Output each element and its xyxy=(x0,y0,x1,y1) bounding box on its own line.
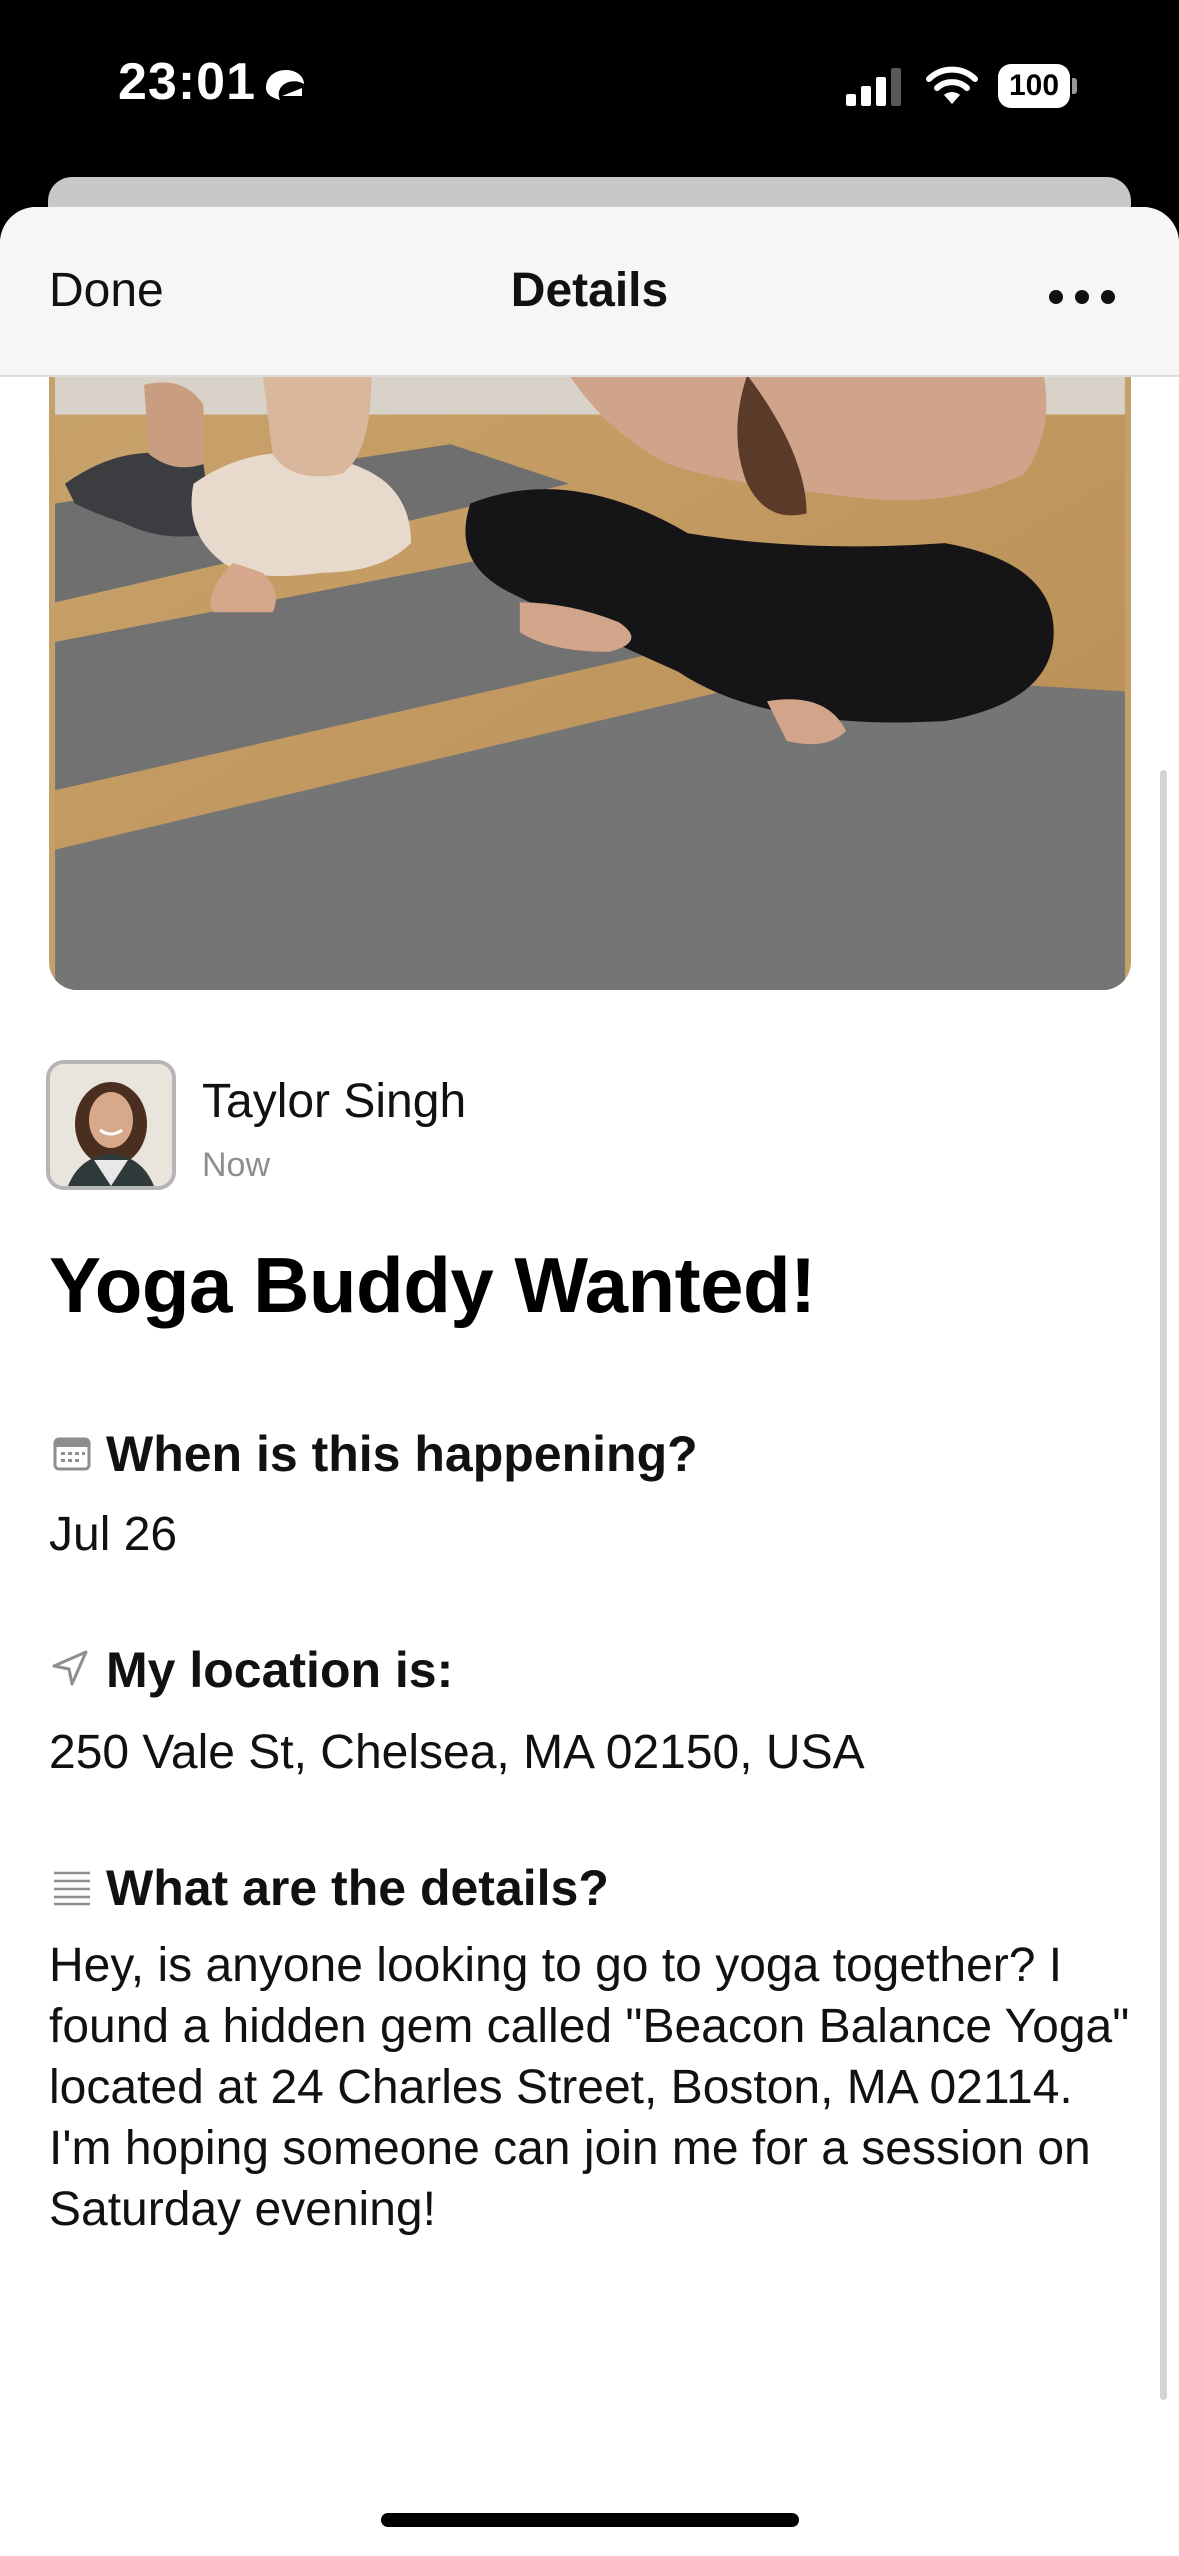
section-value-location: 250 Vale St, Chelsea, MA 02150, USA xyxy=(49,1726,865,1779)
calendar-icon xyxy=(53,1437,91,1471)
details-sheet: Done Details Taylor Singh Now Yoga Buddy… xyxy=(0,207,1179,2556)
photo-illustration xyxy=(55,375,1125,990)
focus-sleep-icon xyxy=(266,70,304,100)
text-lines-icon xyxy=(54,1871,90,1906)
location-arrow-icon xyxy=(52,1650,88,1686)
status-time: 23:01 xyxy=(118,53,256,111)
cellular-signal-icon xyxy=(846,68,901,106)
section-value-date: Jul 26 xyxy=(49,1508,178,1561)
avatar-portrait xyxy=(50,1064,172,1186)
post-title: Yoga Buddy Wanted! xyxy=(49,1241,816,1329)
home-indicator[interactable] xyxy=(381,2513,799,2527)
section-heading-details: What are the details? xyxy=(106,1860,609,1916)
yoga-class-photo xyxy=(49,375,1131,990)
wifi-icon xyxy=(926,66,978,104)
battery-nub xyxy=(1072,78,1077,94)
author-name: Taylor Singh xyxy=(202,1075,467,1128)
section-value-details: Hey, is anyone looking to go to yoga tog… xyxy=(49,1939,1130,2236)
post-timestamp: Now xyxy=(202,1146,271,1184)
section-heading-location: My location is: xyxy=(106,1642,454,1698)
avatar[interactable] xyxy=(46,1060,176,1190)
section-heading-date: When is this happening? xyxy=(106,1426,698,1482)
battery-level: 100 xyxy=(998,64,1070,108)
scroll-indicator[interactable] xyxy=(1160,770,1167,2400)
ellipsis-icon[interactable] xyxy=(1046,287,1118,307)
page-title: Details xyxy=(510,264,669,317)
navigation-bar: Done Details xyxy=(0,207,1179,377)
battery-icon: 100 xyxy=(998,64,1077,108)
status-bar: 23:01 100 xyxy=(0,0,1179,175)
